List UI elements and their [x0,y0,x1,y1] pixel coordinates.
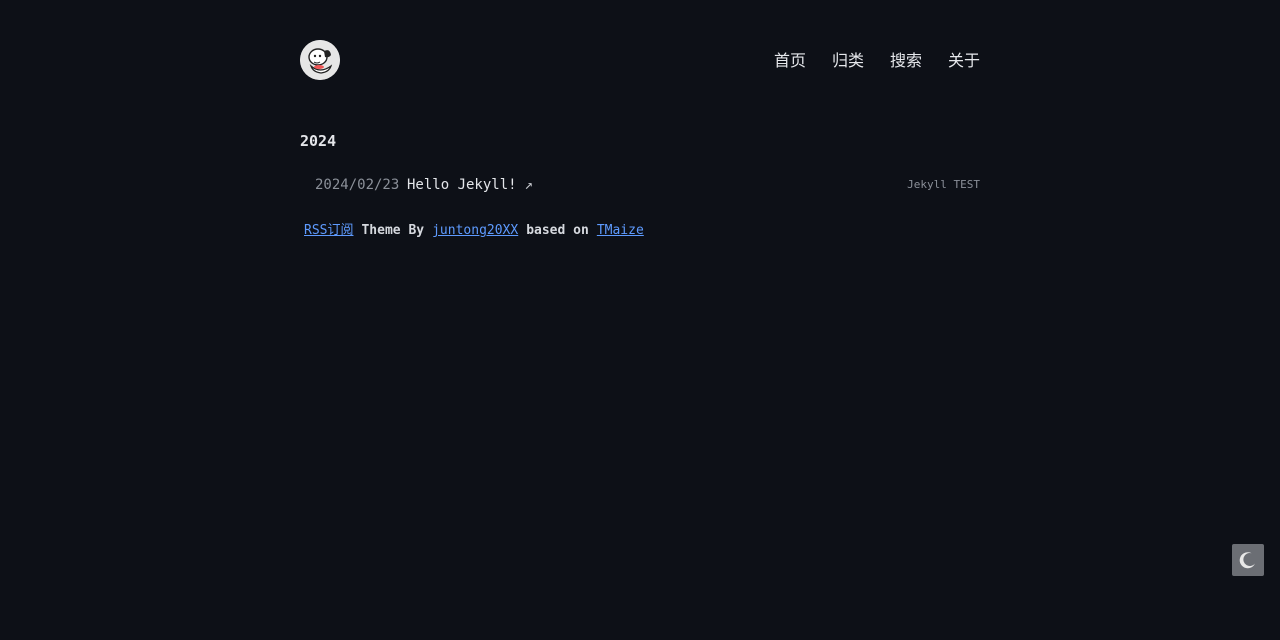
author-link[interactable]: juntong20XX [432,223,518,238]
nav-item-categories[interactable]: 归类 [832,50,864,72]
post-title-link[interactable]: Hello Jekyll! ↗ [407,175,533,195]
nav-item-about[interactable]: 关于 [948,50,980,72]
post-title-text: Hello Jekyll! [407,177,517,193]
nav-item-search[interactable]: 搜索 [890,50,922,72]
external-arrow-icon: ↗ [524,177,534,193]
theme-toggle-button[interactable] [1232,544,1264,576]
post-list-item: 2024/02/23 Hello Jekyll! ↗ Jekyll TEST [315,175,980,195]
moon-icon [1239,552,1255,569]
dog-avatar-icon[interactable] [300,40,340,80]
main-container: 首页 归类 搜索 关于 2024 2024/02/23 Hello Jekyll… [300,0,980,238]
nav-item-home[interactable]: 首页 [774,50,806,72]
base-theme-link[interactable]: TMaize [597,223,644,238]
based-on-text: based on [526,223,589,238]
page: 首页 归类 搜索 关于 2024 2024/02/23 Hello Jekyll… [0,0,1280,640]
theme-by-text: Theme By [361,223,425,238]
post-tags: Jekyll TEST [907,178,980,191]
site-header: 首页 归类 搜索 关于 [300,0,980,120]
archive-year: 2024 [300,132,337,150]
main-nav: 首页 归类 搜索 关于 [774,50,980,72]
post-date: 2024/02/23 [315,177,400,193]
site-footer: RSS订阅 Theme By juntong20XX based on TMaize [304,221,644,241]
rss-link[interactable]: RSS订阅 [304,223,353,238]
